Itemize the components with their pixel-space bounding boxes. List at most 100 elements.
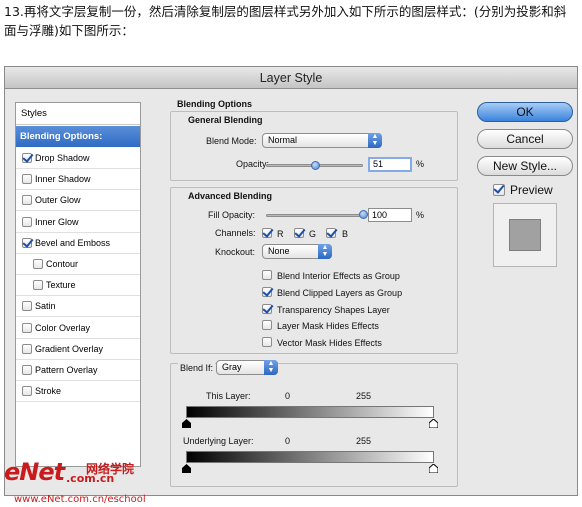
fill-opacity-unit: % — [416, 210, 425, 220]
channels-label: Channels: — [215, 228, 256, 238]
style-item[interactable]: Texture — [16, 275, 140, 297]
channel-g-checkbox[interactable] — [294, 228, 304, 238]
advanced-option-checkbox[interactable] — [262, 303, 272, 314]
advanced-option-label: Transparency Shapes Layer — [277, 304, 390, 315]
advanced-option-label: Blend Clipped Layers as Group — [277, 287, 403, 298]
style-item-checkbox[interactable] — [33, 259, 43, 269]
blend-if-select[interactable]: Gray ▲ ▼ — [216, 360, 278, 375]
channel-r-checkbox[interactable] — [262, 228, 272, 238]
underlying-white-stop[interactable] — [429, 464, 438, 473]
channel-g-label: G — [309, 229, 317, 239]
channel-b-checkbox[interactable] — [326, 228, 336, 238]
style-item[interactable]: Inner Shadow — [16, 169, 140, 191]
style-item-checkbox[interactable] — [22, 322, 32, 333]
style-item[interactable]: Bevel and Emboss — [16, 233, 140, 254]
blend-mode-label: Blend Mode: — [206, 136, 257, 146]
popup-arrows-icon: ▲ ▼ — [264, 360, 278, 375]
style-item-checkbox[interactable] — [22, 195, 32, 206]
style-item-checkbox[interactable] — [22, 301, 32, 312]
this-layer-min: 0 — [285, 391, 291, 401]
style-item-label: Contour — [46, 259, 79, 269]
style-item-checkbox[interactable] — [22, 386, 32, 397]
advanced-option-label: Vector Mask Hides Effects — [277, 338, 382, 349]
style-item-checkbox[interactable] — [22, 365, 32, 375]
knockout-select[interactable]: None ▲ ▼ — [262, 244, 332, 259]
style-item[interactable]: Contour — [16, 254, 140, 275]
style-item-label: Outer Glow — [35, 195, 81, 206]
style-item-checkbox[interactable] — [33, 280, 43, 291]
tutorial-caption: 13.再将文字层复制一份，然后清除复制层的图层样式另外加入如下所示的图层样式：(… — [4, 4, 567, 38]
style-item-checkbox[interactable] — [22, 237, 32, 248]
style-item-label: Inner Glow — [35, 216, 79, 227]
fill-opacity-input[interactable]: 100 — [368, 208, 412, 222]
advanced-option-label: Blend Interior Effects as Group — [277, 271, 400, 281]
this-layer-max: 255 — [356, 391, 372, 401]
style-item-label: Drop Shadow — [35, 153, 90, 163]
blend-mode-select[interactable]: Normal ▲ ▼ — [262, 133, 382, 148]
dialog-titlebar: Layer Style — [5, 67, 577, 89]
style-item[interactable]: Drop Shadow — [16, 148, 140, 169]
blend-if-group: Blend If: Gray ▲ ▼ This Layer: 0 255 Unde… — [170, 360, 458, 487]
this-layer-white-stop[interactable] — [429, 419, 438, 428]
style-item[interactable]: Outer Glow — [16, 190, 140, 212]
style-item-label: Inner Shadow — [35, 174, 91, 185]
channel-r-label: R — [277, 229, 284, 239]
styles-list: Styles Blending Options: Custom Drop Sha… — [15, 102, 141, 467]
opacity-input[interactable]: 51 — [368, 157, 412, 172]
style-item-checkbox[interactable] — [22, 216, 32, 227]
style-item[interactable]: Inner Glow — [16, 212, 140, 233]
style-item-label: Bevel and Emboss — [35, 237, 111, 248]
preview-checkbox[interactable] — [493, 184, 505, 196]
cancel-button[interactable]: Cancel — [477, 129, 573, 149]
blend-if-value: Gray — [222, 362, 242, 372]
advanced-option-checkbox[interactable] — [262, 320, 272, 331]
this-layer-gradient — [186, 406, 434, 418]
style-item-label: Satin — [35, 301, 56, 312]
enet-logo-cn: 网络学院 — [86, 462, 135, 476]
underlying-layer-max: 255 — [356, 436, 372, 446]
channel-b-label: B — [342, 229, 349, 239]
advanced-option-checkbox[interactable] — [262, 286, 272, 297]
advanced-option-checkbox[interactable] — [262, 270, 272, 280]
style-item[interactable]: Pattern Overlay — [16, 360, 140, 381]
ok-button[interactable]: OK — [477, 102, 573, 122]
underlying-layer-label: Underlying Layer: — [183, 436, 254, 446]
general-blending-title: General Blending — [188, 115, 263, 125]
advanced-option-checkbox[interactable] — [262, 337, 272, 348]
style-item[interactable]: Stroke — [16, 381, 140, 403]
popup-arrows-icon: ▲ ▼ — [368, 133, 382, 148]
fill-opacity-slider-thumb[interactable] — [358, 210, 368, 219]
fill-opacity-slider[interactable] — [266, 214, 363, 217]
style-item-label: Texture — [46, 280, 76, 291]
advanced-blending-group: Advanced Blending Fill Opacity: 100 % Ch… — [170, 187, 458, 354]
style-item-label: Color Overlay — [35, 322, 91, 333]
blending-options-title: Blending Options — [177, 99, 252, 109]
knockout-label: Knockout: — [215, 247, 256, 257]
underlying-layer-min: 0 — [285, 436, 291, 446]
preview-swatch — [509, 219, 541, 251]
layer-style-dialog: Layer Style Styles Blending Options: Cus… — [4, 66, 578, 496]
general-blending-group: General Blending Blend Mode: Normal ▲ ▼ O… — [170, 111, 458, 181]
underlying-black-stop[interactable] — [182, 464, 191, 473]
style-item[interactable]: Gradient Overlay — [16, 339, 140, 360]
styles-header[interactable]: Styles — [16, 103, 140, 125]
style-preview — [493, 203, 557, 267]
blend-if-label: Blend If: — [178, 363, 216, 373]
style-item-checkbox[interactable] — [22, 174, 32, 185]
style-item[interactable]: Satin — [16, 296, 140, 318]
style-item-checkbox[interactable] — [22, 153, 32, 163]
opacity-unit: % — [416, 159, 425, 169]
blend-mode-value: Normal — [268, 135, 298, 145]
enet-watermark: eNet .com.cn 网络学院 www.eNet.com.cn/eschoo… — [2, 458, 182, 507]
style-item-label: Gradient Overlay — [35, 343, 104, 354]
opacity-slider-thumb[interactable] — [310, 161, 320, 170]
new-style-button[interactable]: New Style... — [477, 156, 573, 176]
style-item[interactable]: Color Overlay — [16, 318, 140, 339]
this-layer-black-stop[interactable] — [182, 419, 191, 428]
advanced-option-label: Layer Mask Hides Effects — [277, 321, 379, 332]
blending-options-item[interactable]: Blending Options: Custom — [16, 126, 140, 163]
style-item-checkbox[interactable] — [22, 343, 32, 354]
underlying-layer-gradient — [186, 451, 434, 463]
advanced-blending-title: Advanced Blending — [188, 191, 273, 201]
this-layer-label: This Layer: — [206, 391, 251, 401]
